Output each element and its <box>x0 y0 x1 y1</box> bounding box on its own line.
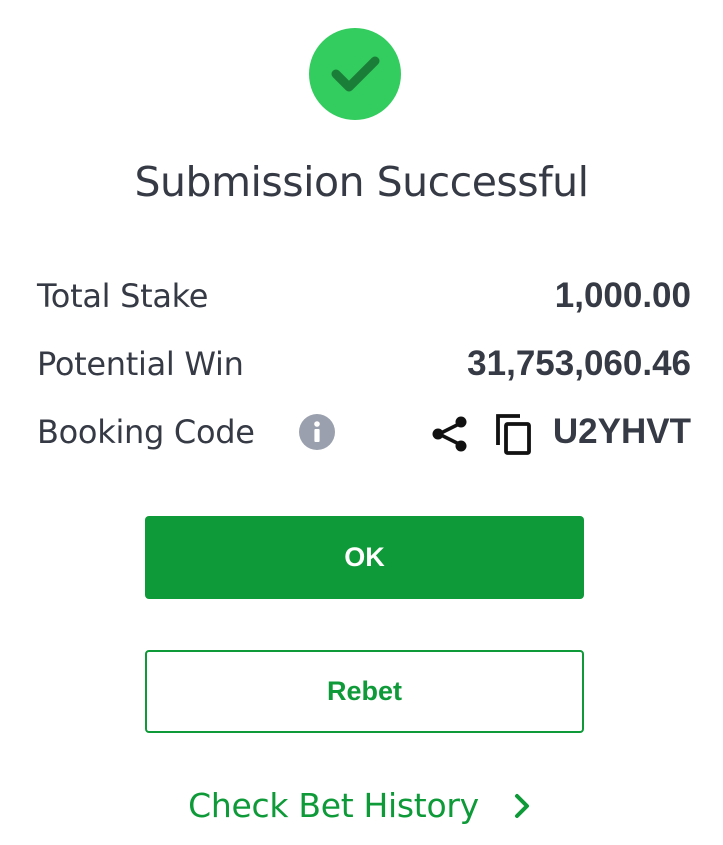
share-icon[interactable] <box>430 414 470 454</box>
copy-icon[interactable] <box>493 412 535 456</box>
success-check-icon <box>309 28 401 120</box>
booking-code-row: Booking Code U2YHVT <box>37 406 691 458</box>
rebet-button[interactable]: Rebet <box>145 650 584 733</box>
booking-code-value[interactable]: U2YHVT <box>553 406 691 458</box>
potential-win-value: 31,753,060.46 <box>467 344 691 383</box>
chevron-right-icon <box>511 791 535 821</box>
total-stake-label: Total Stake <box>37 277 209 315</box>
check-bet-history-link[interactable]: Check Bet History <box>0 776 723 836</box>
dialog-title: Submission Successful <box>134 158 589 206</box>
booking-code-label: Booking Code <box>37 413 255 451</box>
potential-win-row: Potential Win 31,753,060.46 <box>37 338 691 390</box>
total-stake-value: 1,000.00 <box>554 276 691 315</box>
info-icon[interactable] <box>299 414 335 450</box>
ok-button[interactable]: OK <box>145 516 584 599</box>
check-bet-history-label: Check Bet History <box>188 786 479 825</box>
potential-win-label: Potential Win <box>37 345 244 383</box>
total-stake-row: Total Stake 1,000.00 <box>37 270 691 322</box>
